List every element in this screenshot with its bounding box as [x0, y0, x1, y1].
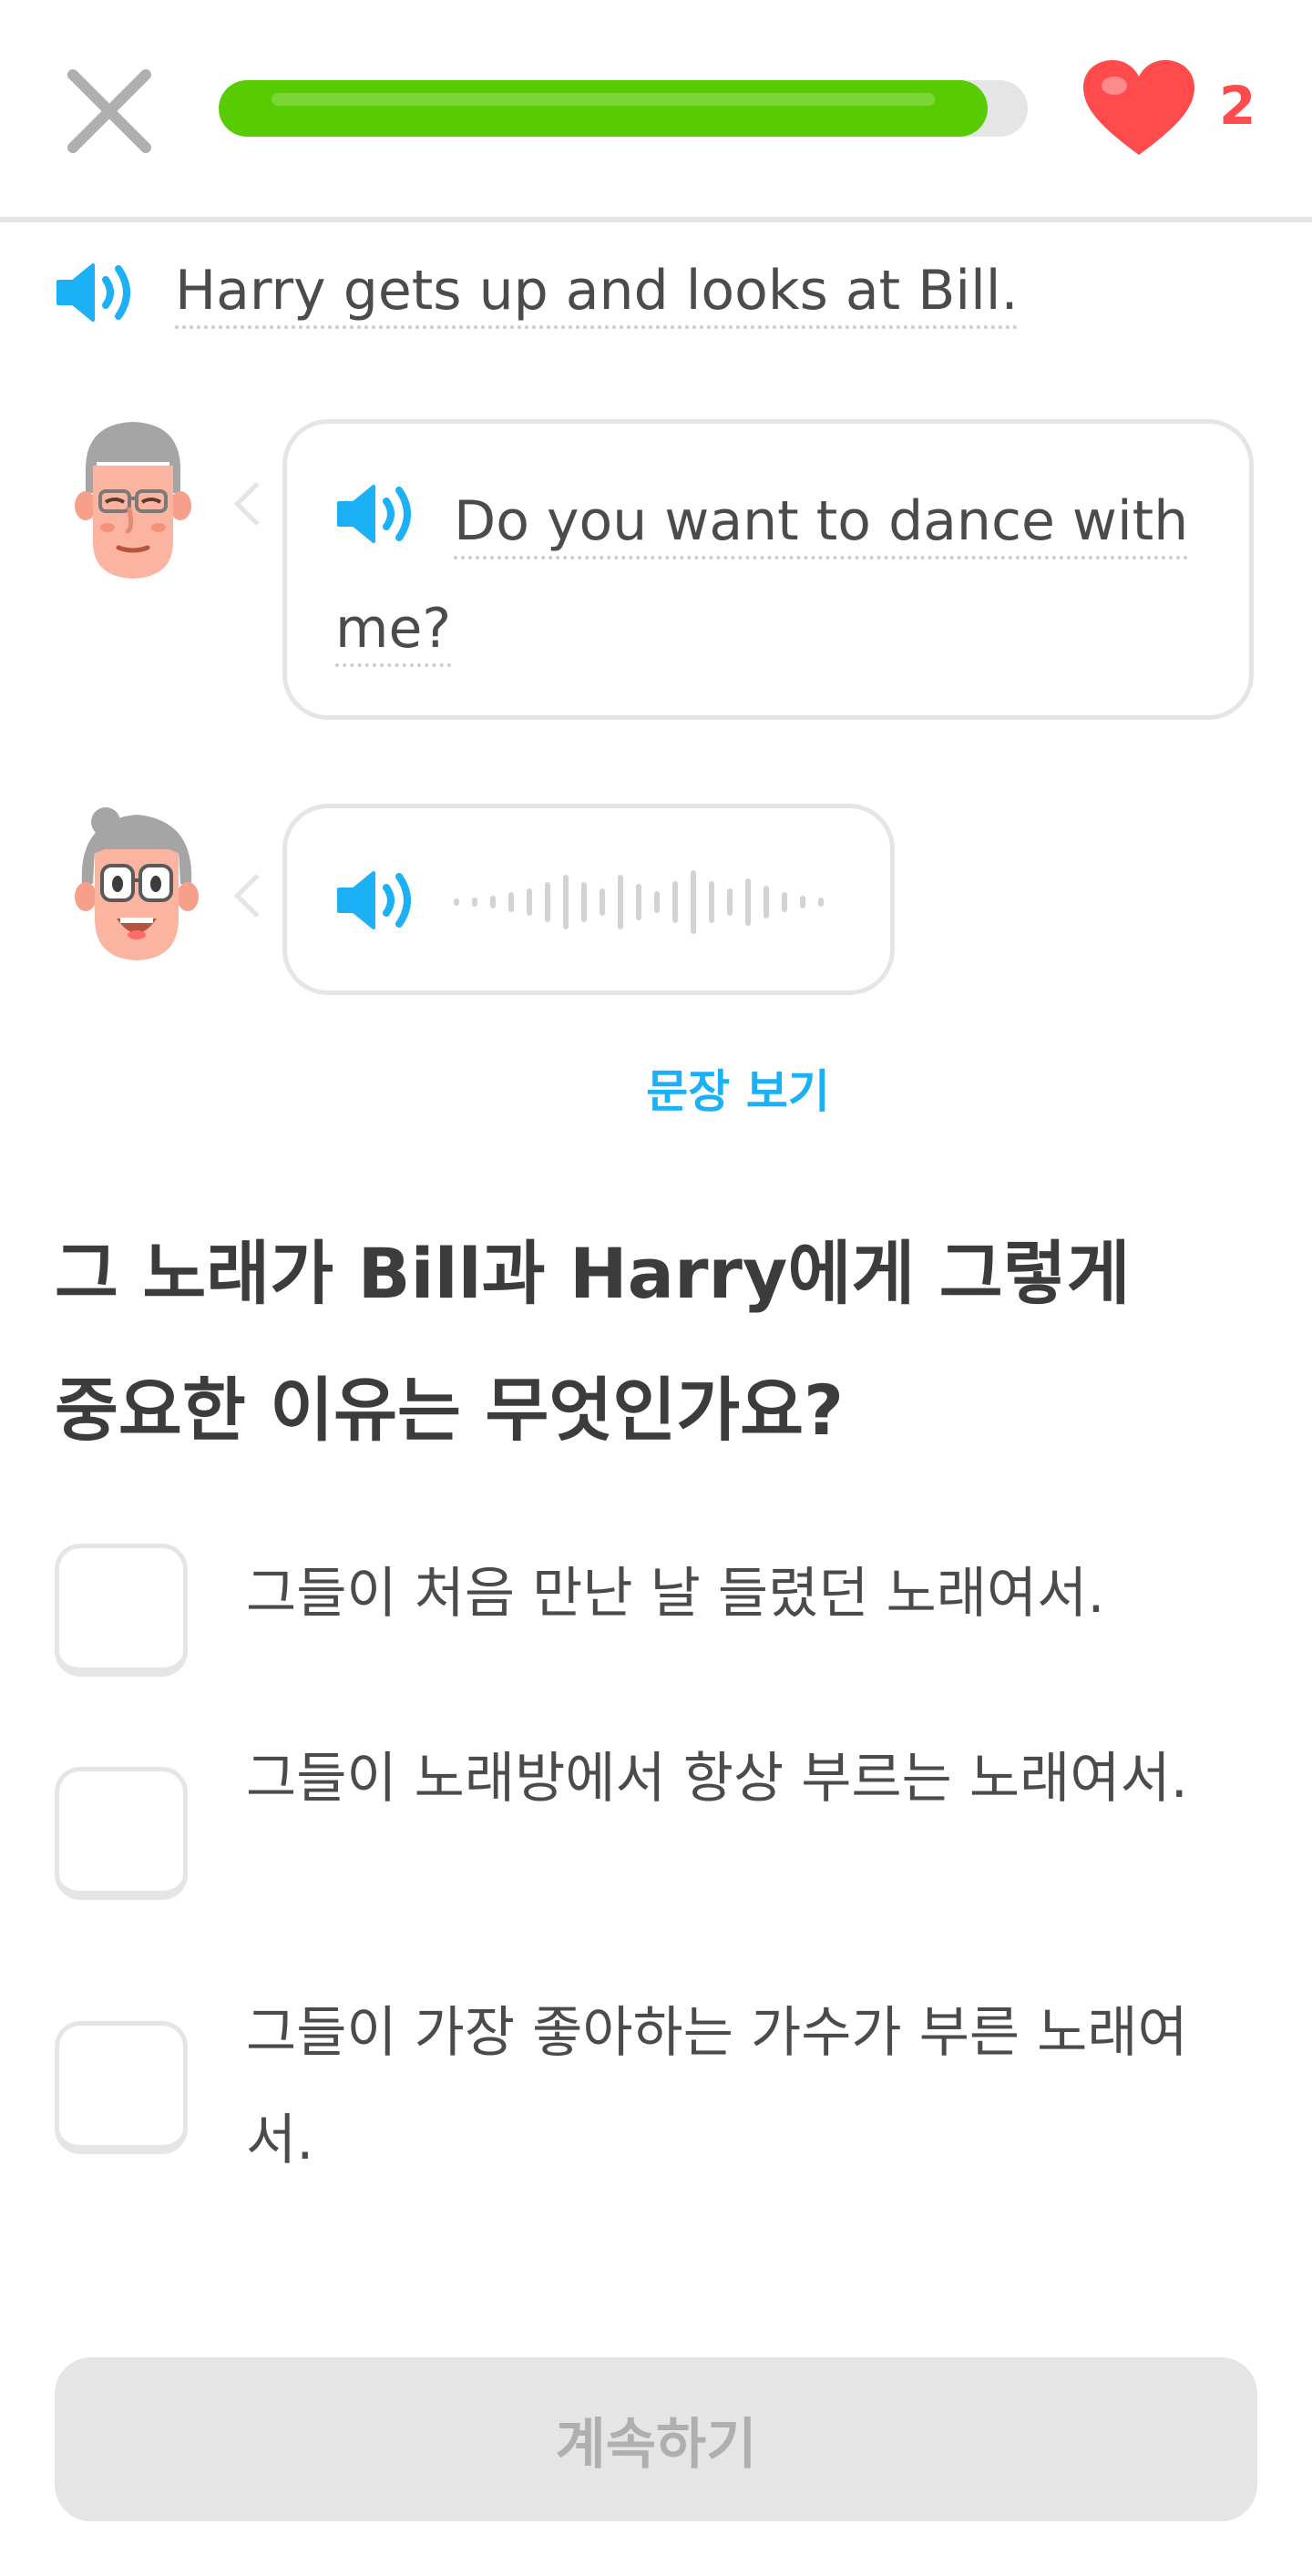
waveform-bar	[654, 891, 660, 913]
waveform-bar	[672, 881, 678, 923]
waveform-bar	[618, 875, 623, 929]
bill-line[interactable]: Do you want to dance with me?	[335, 467, 1219, 682]
see-sentence-link[interactable]: 문장 보기	[0, 1055, 1312, 1121]
bill-line-text[interactable]: Do you want to dance with me?	[335, 489, 1188, 661]
waveform-bar	[490, 896, 496, 908]
answer-option-2[interactable]: 그들이 노래방에서 항상 부르는 노래여서.	[55, 1725, 1257, 1971]
waveform-bar	[800, 896, 805, 908]
close-icon	[67, 69, 151, 153]
close-button[interactable]	[55, 56, 164, 166]
speaker-icon[interactable]	[53, 260, 140, 325]
progress-fill	[219, 80, 988, 137]
waveform-bar	[818, 898, 824, 907]
waveform-bar	[745, 878, 751, 926]
checkbox[interactable]	[55, 1544, 188, 1677]
waveform-bar	[600, 888, 605, 916]
continue-button[interactable]: 계속하기	[55, 2357, 1257, 2521]
answer-option-text: 그들이 노래방에서 항상 부르는 노래여서.	[246, 1747, 1188, 1811]
checkbox[interactable]	[55, 1767, 188, 1900]
waveform-bar	[782, 892, 787, 912]
checkbox[interactable]	[55, 2021, 188, 2154]
answer-option-1[interactable]: 그들이 처음 만난 날 들렸던 노래여서.	[55, 1540, 1257, 1686]
waveform-bar	[527, 888, 532, 916]
waveform-bar	[454, 898, 459, 906]
progress-shine	[272, 93, 935, 106]
answer-option-text: 그들이 처음 만난 날 들렸던 노래여서.	[246, 1562, 1105, 1626]
harry-avatar	[75, 807, 199, 960]
question-line-1: 그 노래가 Bill과 Harry에게 그렇게	[55, 1233, 1131, 1314]
answer-option-3[interactable]: 그들이 가장 좋아하는 가수가 부른 노래여서.	[55, 1979, 1257, 2225]
heart-icon	[1083, 60, 1194, 155]
waveform-bar	[508, 892, 514, 912]
audio-waveform-icon[interactable]	[448, 857, 840, 948]
speech-bubble-tail	[233, 873, 279, 919]
speech-bubble-tail	[233, 481, 279, 527]
waveform-bar	[472, 898, 477, 907]
continue-button-label: 계속하기	[555, 2412, 757, 2477]
question-line-2: 중요한 이유는 무엇인가요?	[55, 1370, 845, 1451]
answer-option-text: 그들이 가장 좋아하는 가수가 부른 노래여서.	[246, 2001, 1188, 2172]
waveform-bar	[727, 888, 733, 916]
hearts-count: 2	[1219, 75, 1256, 137]
bill-avatar	[75, 422, 191, 579]
speaker-icon[interactable]	[333, 867, 421, 933]
narration-text[interactable]: Harry gets up and looks at Bill.	[175, 258, 1019, 323]
waveform-bar	[636, 884, 641, 920]
lesson-progress-bar	[219, 80, 1028, 137]
waveform-bar	[764, 886, 769, 919]
waveform-bar	[545, 882, 550, 922]
question-text: 그 노래가 Bill과 Harry에게 그렇게 중요한 이유는 무엇인가요?	[55, 1206, 1257, 1479]
waveform-bar	[691, 870, 696, 934]
waveform-bar	[563, 875, 569, 929]
waveform-bar	[581, 882, 587, 922]
header-divider	[0, 217, 1312, 222]
waveform-bar	[709, 881, 714, 923]
